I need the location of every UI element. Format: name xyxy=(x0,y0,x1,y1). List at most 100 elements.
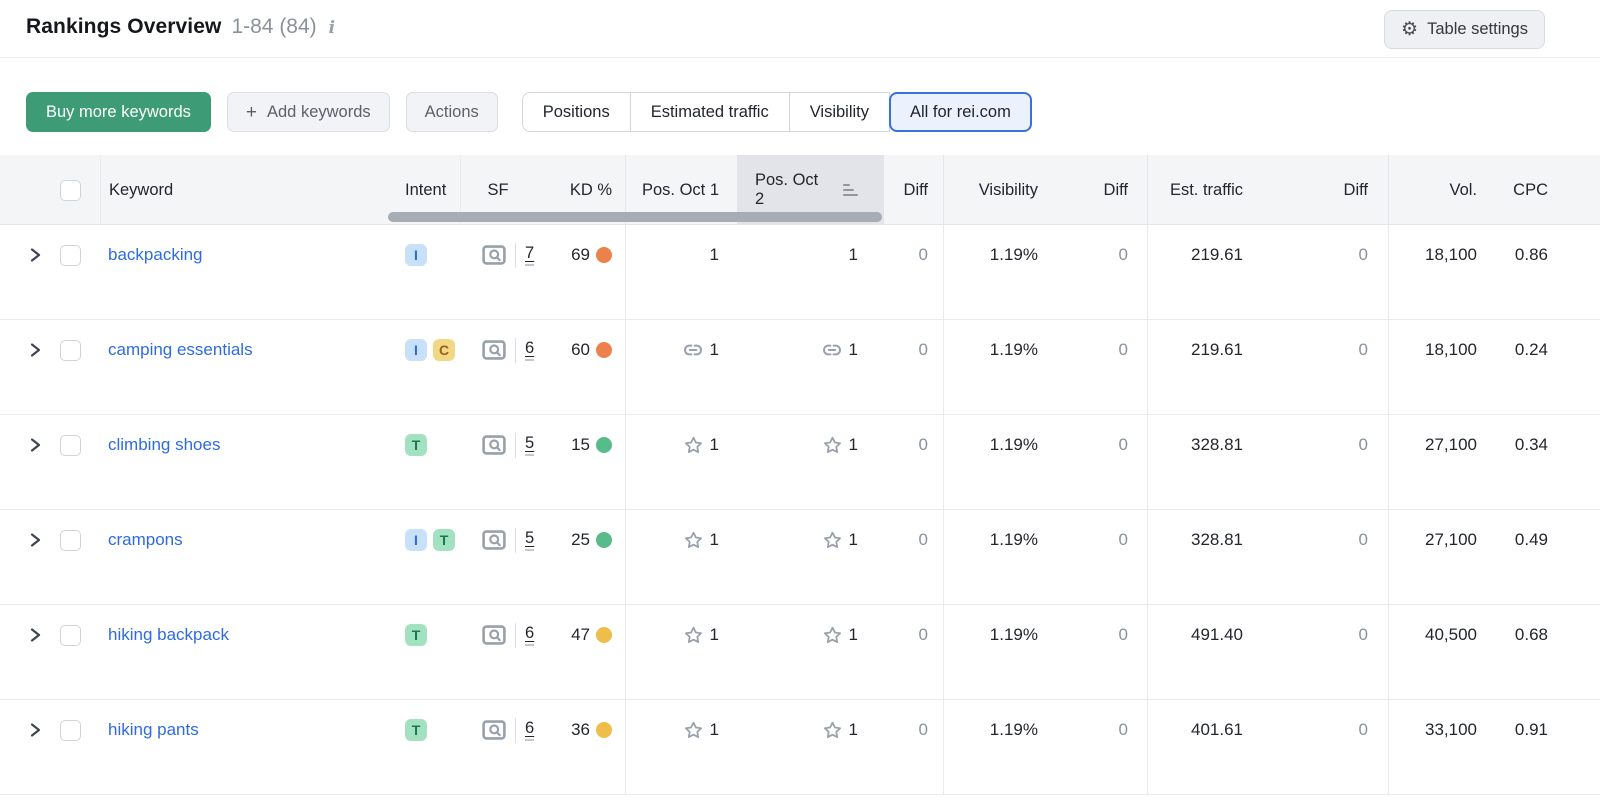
keyword-cell: camping essentials xyxy=(100,320,385,414)
kd-cell: 15 xyxy=(535,415,625,509)
serp-features-icon[interactable] xyxy=(482,434,506,456)
star-icon xyxy=(823,531,842,549)
sf-count[interactable]: 5 xyxy=(525,434,534,456)
column-header-diff-position[interactable]: Diff xyxy=(884,155,943,225)
est-traffic-cell: 491.40 xyxy=(1147,605,1262,699)
info-icon[interactable]: i xyxy=(329,18,335,38)
star-icon xyxy=(684,721,703,739)
table-body: backpackingI7691101.19%0219.61018,1000.8… xyxy=(0,225,1600,795)
keyword-link[interactable]: camping essentials xyxy=(108,340,253,360)
diff-visibility-value: 0 xyxy=(1119,625,1128,645)
sf-count[interactable]: 6 xyxy=(525,339,534,361)
expand-row-button[interactable] xyxy=(0,700,56,794)
view-tab-positions[interactable]: Positions xyxy=(522,92,631,132)
view-tabs: PositionsEstimated trafficVisibilityAll … xyxy=(522,92,1032,132)
row-checkbox[interactable] xyxy=(60,435,81,456)
column-header-keyword[interactable]: Keyword xyxy=(100,155,385,225)
table-settings-button[interactable]: ⚙ Table settings xyxy=(1384,10,1545,49)
column-header-est-traffic[interactable]: Est. traffic xyxy=(1147,155,1262,225)
sf-count[interactable]: 5 xyxy=(525,529,534,551)
expand-row-button[interactable] xyxy=(0,225,56,319)
expand-row-button[interactable] xyxy=(0,320,56,414)
select-all-checkbox[interactable] xyxy=(60,180,81,201)
diff-traffic-value: 0 xyxy=(1359,625,1368,645)
keyword-link[interactable]: climbing shoes xyxy=(108,435,220,455)
diff-visibility-cell: 0 xyxy=(1052,415,1147,509)
link-icon xyxy=(822,343,842,357)
serp-features-icon[interactable] xyxy=(482,244,506,266)
keyword-link[interactable]: crampons xyxy=(108,530,183,550)
cpc-cell: 0.49 xyxy=(1492,510,1600,604)
row-checkbox[interactable] xyxy=(60,530,81,551)
view-tab-visibility[interactable]: Visibility xyxy=(789,92,890,132)
column-header-diff-visibility[interactable]: Diff xyxy=(1052,155,1147,225)
expand-row-button[interactable] xyxy=(0,510,56,604)
diff-visibility-value: 0 xyxy=(1119,340,1128,360)
row-checkbox[interactable] xyxy=(60,340,81,361)
serp-features-icon[interactable] xyxy=(482,339,506,361)
expand-row-button[interactable] xyxy=(0,605,56,699)
est-traffic-cell: 401.61 xyxy=(1147,700,1262,794)
chevron-right-icon[interactable] xyxy=(30,532,41,548)
cpc-value: 0.24 xyxy=(1515,340,1548,360)
diff-visibility-value: 0 xyxy=(1119,530,1128,550)
pos-oct-1-value: 1 xyxy=(710,625,719,645)
divider xyxy=(515,243,516,268)
sf-count[interactable]: 6 xyxy=(525,624,534,646)
column-header-diff-traffic[interactable]: Diff xyxy=(1262,155,1388,225)
chevron-right-icon[interactable] xyxy=(30,342,41,358)
kd-cell: 60 xyxy=(535,320,625,414)
pos-oct-2-cell: 1 xyxy=(737,605,884,699)
cpc-cell: 0.24 xyxy=(1492,320,1600,414)
diff-position-cell: 0 xyxy=(884,415,943,509)
expand-row-button[interactable] xyxy=(0,415,56,509)
column-header-visibility[interactable]: Visibility xyxy=(943,155,1052,225)
row-checkbox-cell xyxy=(56,225,100,319)
row-checkbox[interactable] xyxy=(60,245,81,266)
est-traffic-value: 219.61 xyxy=(1191,245,1243,265)
chevron-right-icon[interactable] xyxy=(30,722,41,738)
star-icon xyxy=(684,531,703,549)
serp-features-icon[interactable] xyxy=(482,719,506,741)
cpc-cell: 0.68 xyxy=(1492,605,1600,699)
diff-position-cell: 0 xyxy=(884,510,943,604)
est-traffic-value: 219.61 xyxy=(1191,340,1243,360)
pos-oct-2-value: 1 xyxy=(849,435,858,455)
serp-features-icon[interactable] xyxy=(482,624,506,646)
divider xyxy=(515,528,516,553)
actions-button[interactable]: Actions xyxy=(406,92,498,132)
pos-oct-2-value: 1 xyxy=(849,625,858,645)
keyword-link[interactable]: hiking backpack xyxy=(108,625,229,645)
diff-position-value: 0 xyxy=(919,435,928,455)
chevron-right-icon[interactable] xyxy=(30,627,41,643)
diff-visibility-value: 0 xyxy=(1119,435,1128,455)
keyword-link[interactable]: backpacking xyxy=(108,245,203,265)
intent-cell: IT xyxy=(385,510,460,604)
diff-traffic-cell: 0 xyxy=(1262,700,1388,794)
volume-cell: 18,100 xyxy=(1388,320,1492,414)
horizontal-scrollbar-thumb[interactable] xyxy=(388,212,882,222)
add-keywords-button[interactable]: + Add keywords xyxy=(227,92,390,132)
view-tab-all-for-rei-com[interactable]: All for rei.com xyxy=(889,92,1032,132)
link-icon xyxy=(683,343,703,357)
serp-features-icon[interactable] xyxy=(482,529,506,551)
diff-traffic-cell: 0 xyxy=(1262,320,1388,414)
volume-cell: 18,100 xyxy=(1388,225,1492,319)
keyword-link[interactable]: hiking pants xyxy=(108,720,199,740)
row-checkbox[interactable] xyxy=(60,625,81,646)
volume-cell: 33,100 xyxy=(1388,700,1492,794)
kd-value: 47 xyxy=(571,625,590,645)
pos-oct-1-value: 1 xyxy=(710,245,719,265)
column-header-cpc[interactable]: CPC xyxy=(1492,155,1600,225)
sf-count[interactable]: 7 xyxy=(525,244,534,266)
keyword-cell: crampons xyxy=(100,510,385,604)
sf-count[interactable]: 6 xyxy=(525,719,534,741)
visibility-value: 1.19% xyxy=(990,530,1038,550)
buy-more-keywords-button[interactable]: Buy more keywords xyxy=(26,92,211,132)
view-tab-estimated-traffic[interactable]: Estimated traffic xyxy=(630,92,790,132)
chevron-right-icon[interactable] xyxy=(30,437,41,453)
star-icon xyxy=(684,626,703,644)
row-checkbox[interactable] xyxy=(60,720,81,741)
chevron-right-icon[interactable] xyxy=(30,247,41,263)
column-header-volume[interactable]: Vol. xyxy=(1388,155,1492,225)
